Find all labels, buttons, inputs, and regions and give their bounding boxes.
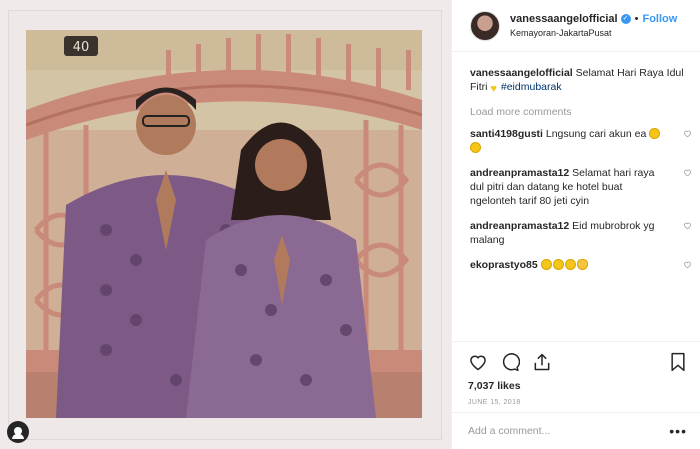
bookmark-icon[interactable] bbox=[669, 352, 687, 372]
avatar[interactable] bbox=[470, 10, 500, 41]
load-more-comments-button[interactable]: Load more comments bbox=[470, 105, 686, 119]
post-image-area: 40 bbox=[0, 0, 451, 449]
like-comment-heart-icon[interactable] bbox=[683, 168, 692, 177]
separator: • bbox=[634, 12, 639, 25]
house-number: 40 bbox=[73, 40, 90, 55]
share-upload-icon[interactable] bbox=[532, 352, 552, 372]
yellow-heart-icon: ♥ bbox=[490, 83, 497, 95]
add-comment-bar: ••• bbox=[452, 412, 700, 449]
grinning-emoji-icon bbox=[470, 142, 481, 153]
comment-username[interactable]: andreanpramasta12 bbox=[470, 167, 569, 179]
verified-badge-icon: ✓ bbox=[620, 14, 631, 24]
post-sidebar: vanessaangelofficial ✓ • Follow Kemayora… bbox=[451, 0, 700, 449]
laughing-emoji-icon bbox=[564, 259, 576, 270]
hashtag-link[interactable]: #eidmubarak bbox=[501, 81, 562, 93]
comment-username[interactable]: santi4198gusti bbox=[470, 128, 543, 140]
like-heart-icon[interactable] bbox=[468, 352, 488, 372]
caption: vanessaangelofficial Selamat Hari Raya I… bbox=[470, 66, 686, 96]
clapping-hands-emoji-icon bbox=[576, 259, 588, 270]
post-header: vanessaangelofficial ✓ • Follow Kemayora… bbox=[452, 0, 700, 52]
like-comment-heart-icon[interactable] bbox=[683, 260, 692, 269]
like-comment-heart-icon[interactable] bbox=[683, 221, 692, 230]
comment-item: andreanpramasta12 Selamat hari raya dul … bbox=[470, 166, 691, 208]
add-comment-input[interactable] bbox=[468, 425, 670, 437]
comment-item: ekoprastyo85 bbox=[470, 258, 691, 272]
comment-item: santi4198gusti Lngsung cari akun ea bbox=[470, 127, 691, 155]
post-actions: 7,037 likes JUNE 15, 2018 bbox=[452, 341, 700, 406]
photo-illustration: 40 bbox=[26, 30, 422, 418]
grinning-emoji-icon bbox=[649, 128, 661, 139]
likes-count[interactable]: 7,037 likes bbox=[468, 380, 687, 392]
post-date: JUNE 15, 2018 bbox=[468, 399, 521, 406]
laughing-emoji-icon bbox=[552, 259, 564, 270]
like-comment-heart-icon[interactable] bbox=[683, 129, 692, 138]
tagged-user-icon[interactable] bbox=[7, 421, 29, 443]
comment-text: Lngsung cari akun ea bbox=[545, 128, 647, 140]
laughing-emoji-icon bbox=[540, 259, 552, 270]
comment-item: andreanpramasta12 Eid mubrobrok yg malan… bbox=[470, 219, 691, 247]
location-link[interactable]: Kemayoran-JakartaPusat bbox=[510, 28, 677, 38]
user-line: vanessaangelofficial ✓ • Follow bbox=[510, 12, 677, 25]
header-text: vanessaangelofficial ✓ • Follow Kemayora… bbox=[510, 12, 677, 38]
comment-username[interactable]: ekoprastyo85 bbox=[470, 259, 538, 271]
username-link[interactable]: vanessaangelofficial bbox=[510, 13, 618, 25]
comment-username[interactable]: andreanpramasta12 bbox=[470, 220, 569, 232]
comments-list: vanessaangelofficial Selamat Hari Raya I… bbox=[452, 52, 700, 272]
comment-bubble-icon[interactable] bbox=[500, 352, 520, 372]
caption-username[interactable]: vanessaangelofficial bbox=[470, 67, 573, 79]
action-icons bbox=[468, 350, 687, 374]
post-photo[interactable]: 40 bbox=[26, 30, 422, 418]
follow-button[interactable]: Follow bbox=[642, 13, 677, 25]
more-options-icon[interactable]: ••• bbox=[669, 423, 687, 439]
